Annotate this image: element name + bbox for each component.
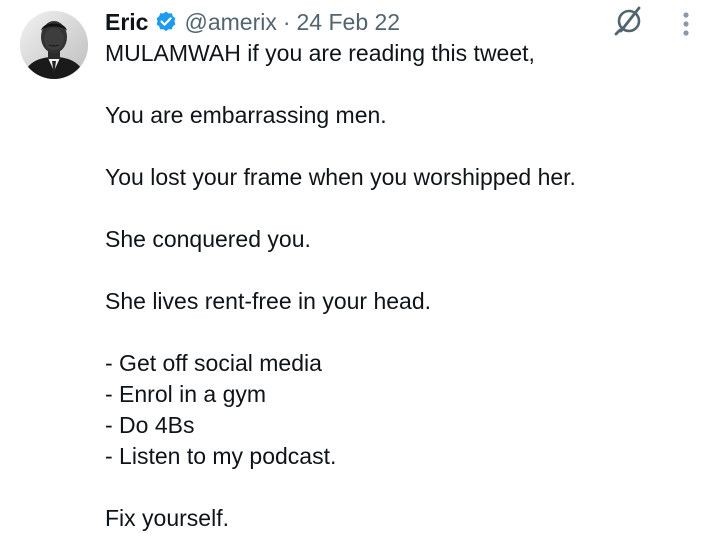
tweet-date[interactable]: 24 Feb 22	[297, 9, 401, 36]
tweet-line: MULAMWAH if you are reading this tweet,	[105, 38, 705, 69]
tweet-line: - Get off social media	[105, 350, 322, 376]
mention-text: MULAMWAH	[105, 40, 241, 66]
header-separator: ·	[282, 8, 291, 35]
avatar[interactable]	[20, 11, 88, 79]
profile-photo-image	[20, 11, 88, 79]
tweet-line: She conquered you.	[105, 226, 311, 252]
tweet-text: MULAMWAH if you are reading this tweet, …	[105, 38, 705, 534]
tweet-header: Eric @amerix · 24 Feb 22	[105, 6, 400, 38]
tweet-line-text: if you are reading this tweet,	[240, 40, 535, 66]
tweet-line: - Do 4Bs	[105, 412, 195, 438]
tweet-line: You lost your frame when you worshipped …	[105, 164, 576, 190]
author-display-name[interactable]: Eric	[105, 9, 148, 36]
verified-badge-icon[interactable]	[154, 10, 178, 34]
author-handle[interactable]: @amerix	[184, 9, 276, 36]
tweet-line: - Listen to my podcast.	[105, 443, 337, 469]
tweet-line: - Enrol in a gym	[105, 381, 267, 407]
more-vertical-icon[interactable]	[676, 10, 696, 38]
tweet[interactable]: Eric @amerix · 24 Feb 22 MULAMWAH if you…	[0, 0, 720, 559]
grok-icon[interactable]	[612, 4, 646, 38]
tweet-line: Fix yourself.	[105, 505, 229, 531]
tweet-line: She lives rent-free in your head.	[105, 288, 432, 314]
tweet-line: You are embarrassing men.	[105, 102, 387, 128]
